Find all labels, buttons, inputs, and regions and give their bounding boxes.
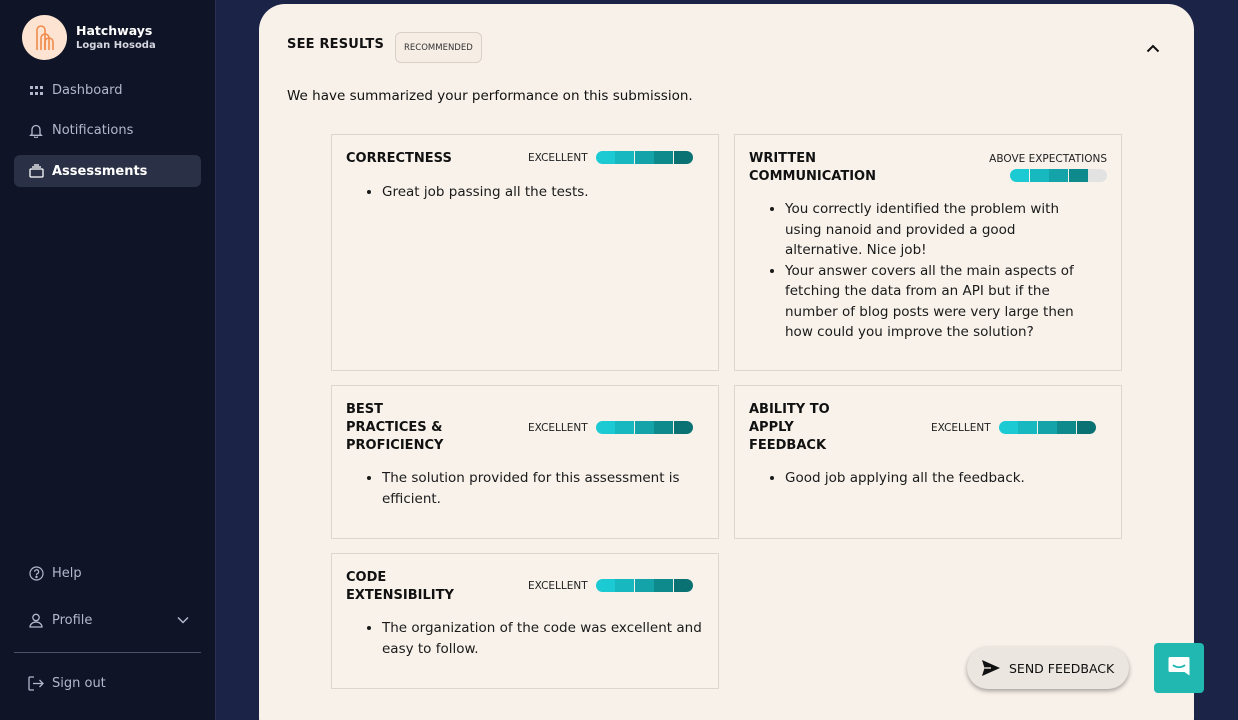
feedback-item: You correctly identified the problem wit… — [785, 199, 1095, 261]
rating-label: EXCELLENT — [528, 421, 588, 434]
rating-segment — [654, 151, 674, 164]
rating-label: EXCELLENT — [528, 151, 588, 164]
chevron-down-icon[interactable] — [177, 613, 189, 628]
rating-segment — [998, 421, 1018, 434]
feedback-list: Great job passing all the tests. — [382, 182, 702, 203]
feedback-item: The organization of the code was excelle… — [382, 618, 702, 659]
recommended-badge: RECOMMENDED — [395, 32, 482, 63]
user-name: Logan Hosoda — [76, 39, 156, 51]
rating-segment — [1068, 169, 1088, 182]
hatchways-logo-icon — [22, 15, 67, 60]
category-title: WRITTEN COMMUNICATION — [749, 151, 876, 184]
feedback-item: The solution provided for this assessmen… — [382, 468, 702, 509]
sidebar-item-label: Profile — [52, 612, 93, 628]
chat-button[interactable] — [1154, 643, 1204, 693]
feedback-item: Great job passing all the tests. — [382, 182, 702, 203]
rating-segment — [634, 421, 654, 434]
category-title: CODE EXTENSIBILITY — [346, 570, 454, 603]
rating-bar — [595, 579, 693, 592]
rating-label: ABOVE EXPECTATIONS — [989, 153, 1107, 165]
feedback-list: You correctly identified the problem wit… — [785, 199, 1095, 343]
feedback-list: The solution provided for this assessmen… — [382, 468, 702, 509]
rating-label: EXCELLENT — [528, 579, 588, 592]
bell-icon — [28, 122, 44, 138]
stack-icon — [28, 163, 44, 179]
rating-segment — [615, 151, 635, 164]
rating-segment — [634, 151, 654, 164]
rating-bar — [1010, 169, 1107, 182]
rating-segment — [654, 421, 674, 434]
rating-segment — [673, 151, 693, 164]
rating-segment — [615, 421, 635, 434]
rating-segment — [595, 579, 615, 592]
category-panel-written-communication: WRITTEN COMMUNICATION ABOVE EXPECTATIONS… — [734, 134, 1122, 371]
rating-segment — [1010, 169, 1029, 182]
chat-icon — [1167, 654, 1191, 682]
results-card: SEE RESULTS RECOMMENDED We have summariz… — [259, 4, 1194, 720]
rating-segment — [1088, 169, 1107, 182]
sign-out-icon — [28, 675, 44, 691]
help-icon — [28, 565, 44, 581]
rating-segment — [1057, 421, 1077, 434]
rating-segment — [673, 579, 693, 592]
sidebar-item-notifications[interactable]: Notifications — [14, 114, 201, 146]
sidebar-item-label: Assessments — [52, 163, 148, 179]
brand: Hatchways Logan Hosoda — [22, 15, 156, 60]
sidebar-item-profile[interactable]: Profile — [14, 604, 201, 636]
rating: EXCELLENT — [528, 579, 693, 592]
category-panel-apply-feedback: ABILITY TO APPLY FEEDBACK EXCELLENT Good… — [734, 385, 1122, 539]
sidebar-item-dashboard[interactable]: Dashboard — [14, 74, 201, 106]
category-panel-correctness: CORRECTNESS EXCELLENT Great job passing … — [331, 134, 719, 371]
rating-segment — [615, 579, 635, 592]
rating-segment — [1018, 421, 1038, 434]
sidebar-item-help[interactable]: Help — [14, 557, 201, 589]
rating-segment — [1076, 421, 1096, 434]
rating-segment — [595, 421, 615, 434]
sidebar-item-label: Dashboard — [52, 82, 123, 98]
send-icon — [981, 659, 1001, 677]
rating-bar — [595, 151, 693, 164]
rating-segment — [1037, 421, 1057, 434]
sidebar-item-sign-out[interactable]: Sign out — [14, 667, 201, 699]
rating-label: EXCELLENT — [931, 421, 991, 434]
rating-segment — [654, 579, 674, 592]
send-feedback-button[interactable]: SEND FEEDBACK — [967, 647, 1129, 689]
sidebar-item-assessments[interactable]: Assessments — [14, 155, 201, 187]
rating-segment — [1049, 169, 1068, 182]
send-feedback-label: SEND FEEDBACK — [1009, 660, 1115, 676]
rating-segment — [1029, 169, 1049, 182]
feedback-list: The organization of the code was excelle… — [382, 618, 702, 659]
chevron-up-icon[interactable] — [1146, 38, 1160, 57]
user-icon — [28, 612, 44, 628]
brand-name: Hatchways — [76, 22, 153, 38]
rating: EXCELLENT — [528, 421, 693, 434]
sidebar-item-label: Notifications — [52, 122, 134, 138]
category-title: BEST PRACTICES & PROFICIENCY — [346, 402, 444, 453]
sidebar-divider — [14, 652, 201, 653]
grid-icon — [28, 82, 44, 98]
category-title: ABILITY TO APPLY FEEDBACK — [749, 402, 830, 453]
rating: ABOVE EXPECTATIONS — [989, 153, 1107, 182]
rating-bar — [595, 421, 693, 434]
category-title: CORRECTNESS — [346, 151, 452, 166]
feedback-item: Your answer covers all the main aspects … — [785, 261, 1095, 343]
section-title[interactable]: SEE RESULTS — [287, 37, 384, 52]
rating: EXCELLENT — [528, 151, 693, 164]
summary-text: We have summarized your performance on t… — [287, 88, 693, 104]
rating-bar — [998, 421, 1096, 434]
rating-segment — [634, 579, 654, 592]
feedback-item: Good job applying all the feedback. — [785, 468, 1105, 489]
sidebar-item-label: Help — [52, 565, 82, 581]
sidebar-item-label: Sign out — [52, 675, 106, 691]
category-panel-best-practices: BEST PRACTICES & PROFICIENCY EXCELLENT T… — [331, 385, 719, 539]
rating-segment — [673, 421, 693, 434]
category-panel-code-extensibility: CODE EXTENSIBILITY EXCELLENT The organiz… — [331, 553, 719, 689]
feedback-list: Good job applying all the feedback. — [785, 468, 1105, 489]
rating: EXCELLENT — [931, 421, 1096, 434]
rating-segment — [595, 151, 615, 164]
sidebar: Hatchways Logan Hosoda Dashboard Notific… — [0, 0, 216, 720]
